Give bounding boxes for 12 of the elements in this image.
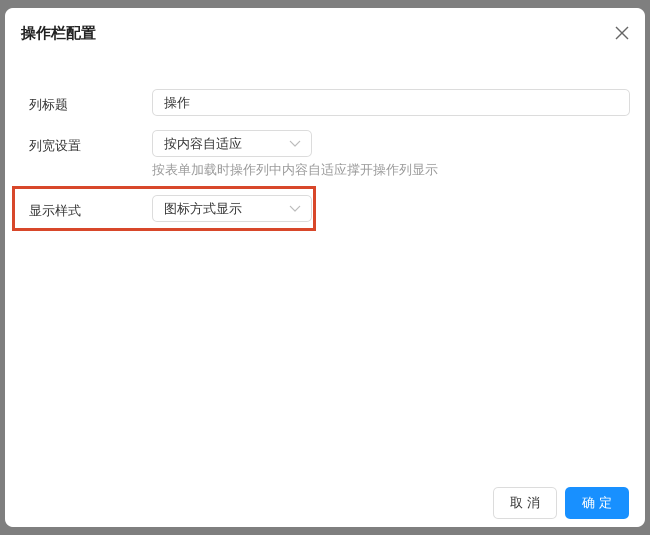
cancel-button[interactable]: 取 消 — [493, 487, 557, 519]
chevron-down-icon — [289, 140, 301, 147]
field-label: 显示样式 — [29, 203, 82, 220]
dialog-title: 操作栏配置 — [21, 24, 96, 42]
field-label: 列宽设置 — [29, 138, 82, 155]
field-label: 列标题 — [29, 97, 69, 114]
select-field[interactable]: 图标方式显示 — [152, 195, 312, 222]
select-field[interactable]: 按内容自适应 — [152, 130, 312, 157]
field-hint: 按表单加载时操作列中内容自适应撑开操作列显示 — [152, 162, 439, 179]
text-field[interactable]: 操作 — [152, 89, 630, 116]
close-icon[interactable] — [615, 26, 629, 40]
chevron-down-icon — [289, 205, 301, 212]
